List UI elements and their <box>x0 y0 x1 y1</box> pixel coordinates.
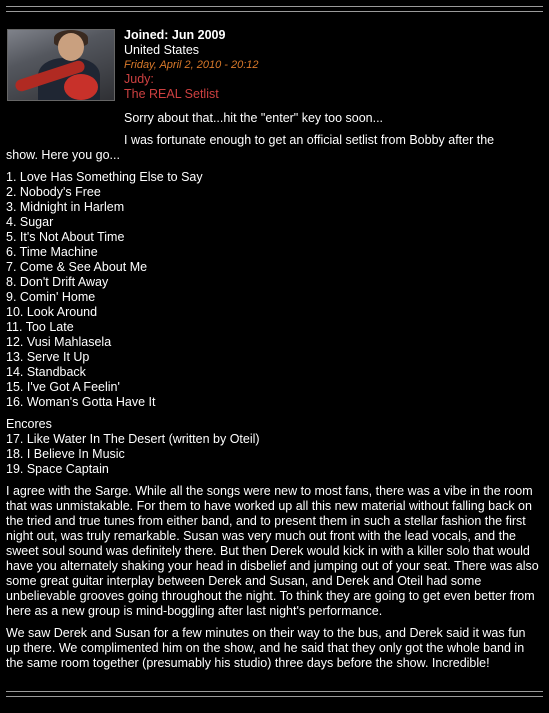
author-colon: : <box>150 72 154 86</box>
avatar-guitar-icon <box>64 74 98 100</box>
author-link[interactable]: Judy <box>124 72 150 86</box>
setlist-item: 1. Love Has Something Else to Say <box>6 170 203 184</box>
top-divider-2 <box>6 11 543 12</box>
intro-text: I was fortunate enough to get an officia… <box>6 133 541 163</box>
post-meta: Joined: Jun 2009 United States Friday, A… <box>124 28 259 102</box>
encore-item: 18. I Believe In Music <box>6 447 125 461</box>
setlist-item: 12. Vusi Mahlasela <box>6 335 112 349</box>
review-paragraph-2: We saw Derek and Susan for a few minutes… <box>6 626 526 670</box>
setlist-item: 4. Sugar <box>6 215 54 229</box>
setlist-item: 15. I've Got A Feelin' <box>6 380 120 394</box>
bottom-divider <box>6 691 543 692</box>
encore-list: Encores 17. Like Water In The Desert (wr… <box>6 417 541 477</box>
setlist-item: 3. Midnight in Harlem <box>6 200 125 214</box>
user-avatar[interactable] <box>7 29 115 101</box>
setlist-item: 10. Look Around <box>6 305 98 319</box>
setlist-item: 6. Time Machine <box>6 245 98 259</box>
top-divider <box>6 6 543 7</box>
user-location: United States <box>124 43 200 57</box>
setlist-item: 8. Don't Drift Away <box>6 275 109 289</box>
encore-item: 17. Like Water In The Desert (written by… <box>6 432 260 446</box>
post-body: I was fortunate enough to get an officia… <box>6 133 541 678</box>
setlist-item: 9. Comin' Home <box>6 290 96 304</box>
setlist-item: 13. Serve It Up <box>6 350 90 364</box>
setlist-item: 16. Woman's Gotta Have It <box>6 395 156 409</box>
setlist-item: 7. Come & See About Me <box>6 260 148 274</box>
intro-line-1: I was fortunate enough to get an officia… <box>124 133 495 147</box>
post-date: Friday, April 2, 2010 - 20:12 <box>124 59 259 71</box>
setlist-item: 11. Too Late <box>6 320 74 334</box>
bottom-divider-2 <box>6 696 543 697</box>
setlist-item: 2. Nobody's Free <box>6 185 101 199</box>
post-subject-link[interactable]: The REAL Setlist <box>124 87 259 102</box>
sorry-line: Sorry about that...hit the "enter" key t… <box>124 111 384 125</box>
setlist-item: 14. Standback <box>6 365 86 379</box>
avatar-head <box>58 33 84 61</box>
joined-date: Joined: Jun 2009 <box>124 28 226 42</box>
encores-label: Encores <box>6 417 52 431</box>
setlist: 1. Love Has Something Else to Say 2. Nob… <box>6 170 541 410</box>
setlist-item: 5. It's Not About Time <box>6 230 125 244</box>
intro-line-2: show. Here you go... <box>6 148 120 162</box>
encore-item: 19. Space Captain <box>6 462 109 476</box>
review-paragraph-1: I agree with the Sarge. While all the so… <box>6 484 539 618</box>
